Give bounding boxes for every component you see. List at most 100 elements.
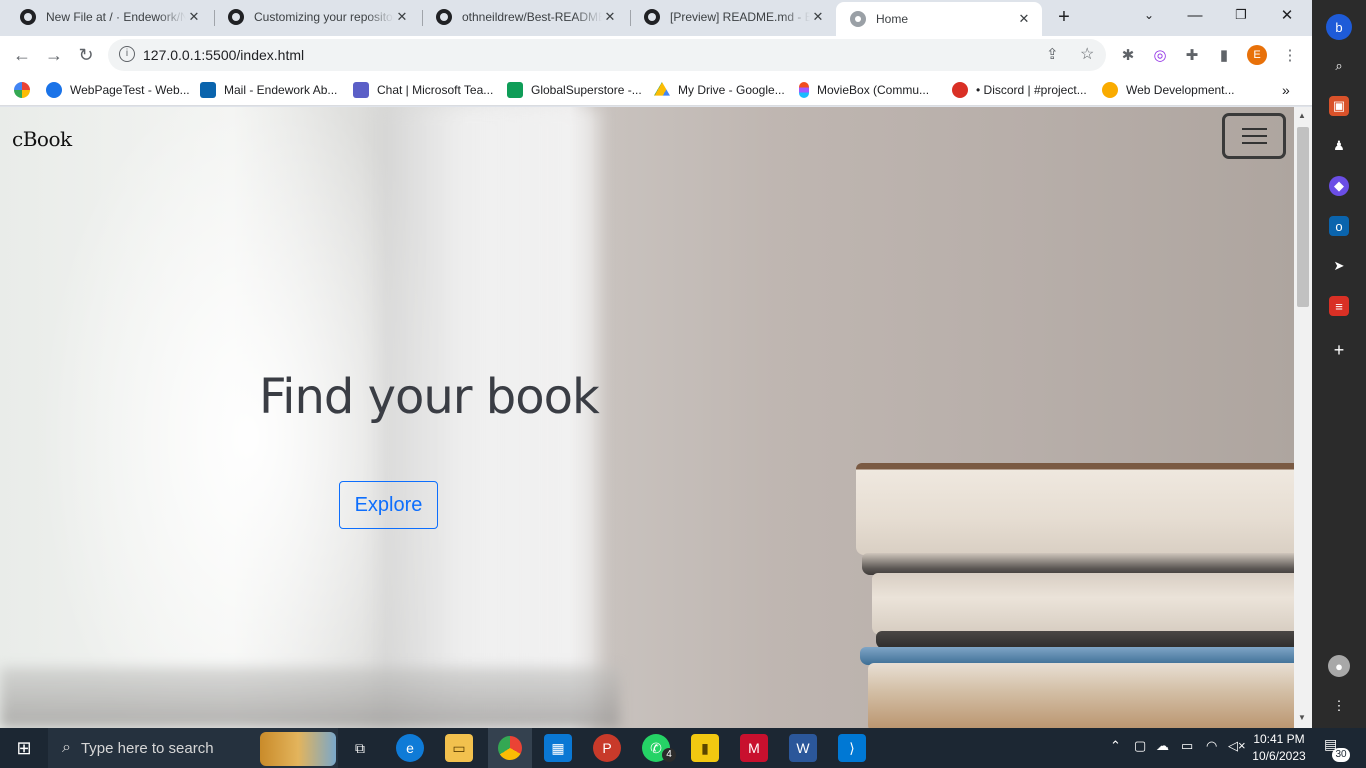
back-icon[interactable]: ← [10, 44, 34, 66]
office-icon[interactable]: ≡ [1329, 296, 1349, 316]
forward-icon[interactable]: → [42, 44, 66, 66]
vpn-extension-icon[interactable]: ◎ [1150, 45, 1170, 65]
tab-customizing-repository[interactable]: Customizing your repository ✕ [214, 2, 420, 32]
restore-icon[interactable]: ❐ [1218, 0, 1264, 30]
games-icon[interactable]: ♟ [1329, 136, 1349, 156]
bookmark-moviebox[interactable]: MovieBox (Commu... [799, 81, 929, 99]
tab-title: [Preview] README.md - Best [670, 10, 810, 24]
chrome-taskbar-button[interactable] [488, 728, 532, 768]
navbar-brand[interactable]: cBook [12, 127, 72, 151]
bookmark-teams[interactable]: Chat | Microsoft Tea... [353, 81, 493, 99]
windows-start-icon[interactable]: ⊞ [10, 734, 38, 762]
taskbar-search-box[interactable]: ⌕ Type here to search [48, 728, 338, 768]
window-close-icon[interactable]: ✕ [1264, 0, 1310, 30]
tab-title: Home [876, 12, 909, 26]
sheets-icon [507, 82, 523, 98]
bookmark-google-drive[interactable]: My Drive - Google... [654, 81, 785, 99]
tab-preview-readme[interactable]: [Preview] README.md - Best ✕ [630, 2, 836, 32]
outlook-icon[interactable]: o [1329, 216, 1349, 236]
clock-date: 10/6/2023 [1252, 749, 1306, 763]
notification-count-badge: 30 [1332, 748, 1350, 762]
vscode-icon[interactable]: ⟩ [838, 734, 866, 762]
webpagetest-icon [46, 82, 62, 98]
task-view-icon[interactable]: ⧉ [346, 734, 374, 762]
edge-icon[interactable]: e [396, 734, 424, 762]
bookmark-globalsuperstore[interactable]: GlobalSuperstore -... [507, 81, 642, 99]
wifi-icon[interactable]: ◠ [1206, 738, 1217, 754]
tab-new-file[interactable]: New File at / · Endework/Ne ✕ [6, 2, 212, 32]
onedrive-icon[interactable]: ☁ [1156, 738, 1169, 754]
close-icon[interactable]: ✕ [810, 9, 826, 25]
search-placeholder: Type here to search [80, 739, 214, 757]
app-store-icon[interactable]: ▦ [544, 734, 572, 762]
search-icon: ⌕ [62, 739, 71, 756]
taskbar-clock[interactable]: 10:41 PM 10/6/2023 [1248, 731, 1310, 765]
bookmarks-overflow-icon[interactable]: » [1282, 81, 1290, 99]
scrollbar-thumb[interactable] [1297, 127, 1309, 307]
bookmark-discord[interactable]: • Discord | #project... [952, 81, 1087, 99]
navbar-toggler-button[interactable] [1222, 113, 1286, 159]
file-explorer-icon[interactable]: ▭ [445, 734, 473, 762]
tools-briefcase-icon[interactable]: ▣ [1329, 96, 1349, 116]
bookmark-mail[interactable]: Mail - Endework Ab... [200, 81, 337, 99]
tray-overflow-icon[interactable]: ⌃ [1110, 738, 1121, 754]
hamburger-line [1242, 135, 1267, 137]
clock-time: 10:41 PM [1253, 732, 1305, 746]
address-bar[interactable]: i 127.0.0.1:5500/index.html ⇪ ☆ [108, 39, 1106, 71]
tab-best-readme[interactable]: othneildrew/Best-README-Template ✕ [422, 2, 628, 32]
menu-kebab-icon[interactable]: ⋮ [1280, 45, 1300, 65]
scroll-up-icon[interactable]: ▲ [1298, 111, 1306, 120]
outlook-icon [200, 82, 216, 98]
add-sidebar-app-icon[interactable]: + [1329, 340, 1349, 360]
search-highlight-image [260, 732, 336, 766]
search-icon[interactable]: ⌕ [1329, 56, 1349, 76]
github-icon [20, 9, 36, 25]
chrome-icon [498, 736, 522, 760]
bookmark-star-icon[interactable]: ☆ [1080, 44, 1094, 64]
bookmark-label: My Drive - Google... [678, 83, 785, 97]
bookmark-label: GlobalSuperstore -... [531, 83, 642, 97]
bookmark-label: • Discord | #project... [976, 83, 1087, 97]
explore-button[interactable]: Explore [339, 481, 438, 529]
copilot-icon[interactable]: ◆ [1329, 176, 1349, 196]
power-bi-icon[interactable]: ▮ [691, 734, 719, 762]
tab-home[interactable]: Home ✕ [836, 2, 1042, 36]
producthunt-icon[interactable]: P [593, 734, 621, 762]
web-dev-icon [1102, 82, 1118, 98]
close-icon[interactable]: ✕ [602, 9, 618, 25]
tab-strip: New File at / · Endework/Ne ✕ Customizin… [0, 0, 1312, 36]
bing-icon[interactable]: b [1326, 14, 1352, 40]
account-avatar-icon[interactable]: ● [1328, 655, 1350, 677]
minimize-icon[interactable]: — [1172, 0, 1218, 30]
close-icon[interactable]: ✕ [186, 9, 202, 25]
windows-taskbar: ⊞ ⌕ Type here to search ⧉ e ▭ ▦ P ✆ 4 ▮ … [0, 728, 1366, 768]
github-icon [644, 9, 660, 25]
bookmark-web-development[interactable]: Web Development... [1102, 81, 1235, 99]
volume-muted-icon[interactable]: ◁× [1228, 738, 1246, 754]
share-icon[interactable]: ⇪ [1046, 45, 1059, 63]
site-info-icon[interactable]: i [119, 46, 135, 62]
tab-search-icon[interactable]: ⌄ [1126, 0, 1172, 30]
close-icon[interactable]: ✕ [1016, 11, 1032, 27]
new-tab-icon[interactable]: + [1052, 6, 1076, 28]
extensions-puzzle-icon[interactable]: ✚ [1182, 45, 1202, 65]
background-sill [0, 667, 620, 728]
mcafee-icon[interactable]: M [740, 734, 768, 762]
bug-extension-icon[interactable]: ✱ [1118, 45, 1138, 65]
google-icon[interactable] [14, 81, 38, 99]
side-panel-icon[interactable]: ▮ [1214, 45, 1234, 65]
battery-icon[interactable]: ▭ [1181, 738, 1193, 754]
scroll-down-icon[interactable]: ▼ [1298, 713, 1306, 722]
send-icon[interactable]: ➤ [1329, 256, 1349, 276]
teams-icon [353, 82, 369, 98]
bookmark-label: Mail - Endework Ab... [224, 83, 338, 97]
meet-now-icon[interactable]: ▢ [1134, 738, 1146, 754]
reload-icon[interactable]: ↻ [74, 44, 98, 66]
profile-avatar[interactable]: E [1247, 45, 1267, 65]
sidebar-more-icon[interactable]: ⋮ [1329, 696, 1349, 716]
word-icon[interactable]: W [789, 734, 817, 762]
close-icon[interactable]: ✕ [394, 9, 410, 25]
drive-icon [654, 82, 670, 96]
bookmark-webpagetest[interactable]: WebPageTest - Web... [46, 81, 190, 99]
page-scrollbar[interactable]: ▲ ▼ [1294, 107, 1312, 728]
